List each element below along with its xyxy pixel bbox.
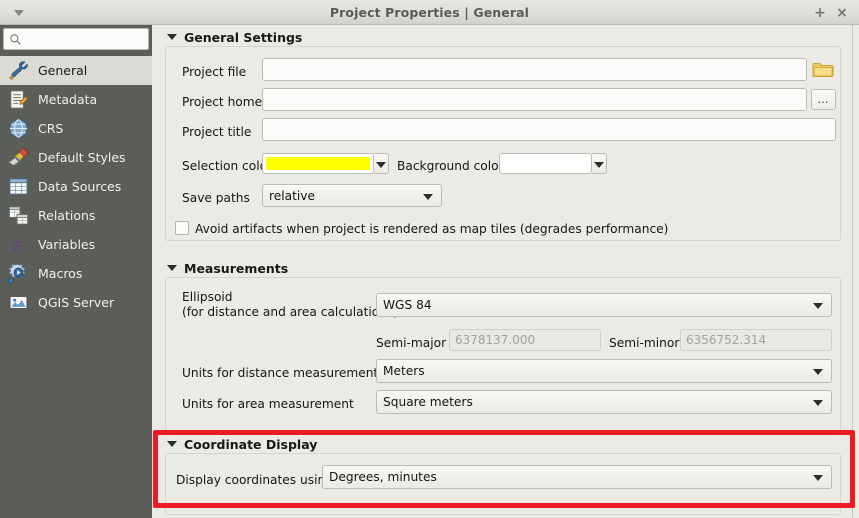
sidebar-item-label: Default Styles <box>38 150 126 165</box>
project-home-input[interactable] <box>262 88 807 111</box>
area-units-combo[interactable]: Square meters <box>376 390 832 414</box>
display-coordinates-label: Display coordinates using <box>176 473 333 487</box>
section-title: General Settings <box>184 30 302 45</box>
sidebar-item-label: Relations <box>38 208 95 223</box>
project-file-label: Project file <box>182 65 246 79</box>
avoid-artifacts-checkbox[interactable] <box>175 221 189 235</box>
search-input[interactable] <box>26 29 148 51</box>
sidebar-item-general[interactable]: General <box>0 56 152 85</box>
save-paths-combo[interactable]: relative <box>262 184 442 207</box>
sidebar-item-metadata[interactable]: Metadata <box>0 85 152 114</box>
sidebar-item-default-styles[interactable]: Default Styles <box>0 143 152 172</box>
sidebar-item-label: Metadata <box>38 92 97 107</box>
paintbrush-icon <box>6 146 31 169</box>
sidebar-item-label: Variables <box>38 237 95 252</box>
section-header-measurements[interactable]: Measurements <box>167 260 288 276</box>
chevron-down-icon <box>594 162 604 168</box>
chevron-down-icon <box>14 10 24 16</box>
document-pencil-icon <box>6 88 31 111</box>
chevron-down-icon <box>813 369 823 375</box>
semi-major-label: Semi-major <box>376 336 446 350</box>
project-properties-dialog: Project Properties | General + × General <box>0 0 859 518</box>
area-units-value: Square meters <box>383 395 473 409</box>
table-icon <box>6 175 31 198</box>
sidebar-item-crs[interactable]: CRS <box>0 114 152 143</box>
ellipsoid-value: WGS 84 <box>383 298 432 312</box>
splitter-grip <box>154 449 157 475</box>
project-home-browse-button[interactable]: … <box>811 89 836 110</box>
background-color-dropdown[interactable] <box>592 153 607 174</box>
sidebar-item-label: CRS <box>38 121 63 136</box>
sidebar-item-label: Macros <box>38 266 82 281</box>
distance-units-combo[interactable]: Meters <box>376 359 832 383</box>
epsilon-variable-icon: ε <box>6 233 31 256</box>
chevron-down-icon <box>423 194 433 200</box>
sidebar-item-qgis-server[interactable]: QGIS Server <box>0 288 152 317</box>
distance-units-value: Meters <box>383 364 425 378</box>
project-file-input[interactable] <box>262 58 807 81</box>
search-box[interactable] <box>3 28 149 50</box>
chevron-down-icon <box>813 400 823 406</box>
selection-color-label: Selection color <box>182 159 272 173</box>
maximize-button[interactable]: + <box>811 4 829 22</box>
section-header-coordinate-display[interactable]: Coordinate Display <box>167 436 317 452</box>
sidebar-item-data-sources[interactable]: Data Sources <box>0 172 152 201</box>
caret-down-icon <box>167 265 177 271</box>
section-header-general-settings[interactable]: General Settings <box>167 29 302 45</box>
panel-splitter[interactable] <box>152 25 159 518</box>
sidebar-item-label: General <box>38 63 87 78</box>
caret-down-icon <box>167 441 177 447</box>
sidebar-item-variables[interactable]: ε Variables <box>0 230 152 259</box>
chevron-down-icon <box>376 162 386 168</box>
ellipsoid-label-line1: Ellipsoid <box>182 290 233 304</box>
semi-minor-input[interactable] <box>680 329 832 351</box>
project-home-label: Project home <box>182 95 262 109</box>
gear-play-icon <box>6 262 31 285</box>
window-menu-button[interactable] <box>4 3 34 22</box>
avoid-artifacts-label: Avoid artifacts when project is rendered… <box>195 222 668 236</box>
server-map-icon <box>6 291 31 314</box>
display-coordinates-combo[interactable]: Degrees, minutes <box>322 465 832 489</box>
semi-minor-label: Semi-minor <box>609 336 679 350</box>
sidebar-item-macros[interactable]: Macros <box>0 259 152 288</box>
background-color-button[interactable] <box>499 153 592 174</box>
close-button[interactable]: × <box>833 4 851 22</box>
save-paths-label: Save paths <box>182 191 250 205</box>
window-titlebar: Project Properties | General + × <box>0 0 859 25</box>
background-color-label: Background color <box>397 159 504 173</box>
save-paths-value: relative <box>269 189 315 203</box>
display-coordinates-value: Degrees, minutes <box>329 470 437 484</box>
section-title: Coordinate Display <box>184 437 317 452</box>
distance-units-label: Units for distance measurement <box>182 366 378 380</box>
semi-major-input[interactable] <box>449 329 601 351</box>
chevron-down-icon <box>813 303 823 309</box>
content-right-divider <box>852 25 853 518</box>
settings-content: General Settings Project file Project ho… <box>159 25 852 518</box>
chevron-down-icon <box>813 475 823 481</box>
area-units-label: Units for area measurement <box>182 397 354 411</box>
window-title: Project Properties | General <box>0 0 859 25</box>
sidebar-nav-list: General Metadata <box>0 56 152 317</box>
sidebar-item-relations[interactable]: Relations <box>0 201 152 230</box>
globe-icon <box>6 117 31 140</box>
project-title-label: Project title <box>182 125 251 139</box>
svg-text:ε: ε <box>13 233 23 256</box>
folder-icon[interactable] <box>812 61 834 79</box>
background-color-swatch <box>503 157 588 170</box>
hammer-wrench-icon <box>6 59 31 82</box>
sidebar-item-label: Data Sources <box>38 179 121 194</box>
selection-color-swatch <box>266 157 370 170</box>
selection-color-button[interactable] <box>262 153 374 174</box>
search-icon <box>9 33 22 46</box>
caret-down-icon <box>167 34 177 40</box>
relations-tables-icon <box>6 204 31 227</box>
project-title-input[interactable] <box>262 118 836 141</box>
ellipsoid-combo[interactable]: WGS 84 <box>376 293 832 317</box>
sidebar: General Metadata <box>0 25 152 518</box>
ellipsoid-label-line2: (for distance and area calculations) <box>182 305 398 319</box>
sidebar-item-label: QGIS Server <box>38 295 114 310</box>
section-title: Measurements <box>184 261 288 276</box>
selection-color-dropdown[interactable] <box>374 153 389 174</box>
